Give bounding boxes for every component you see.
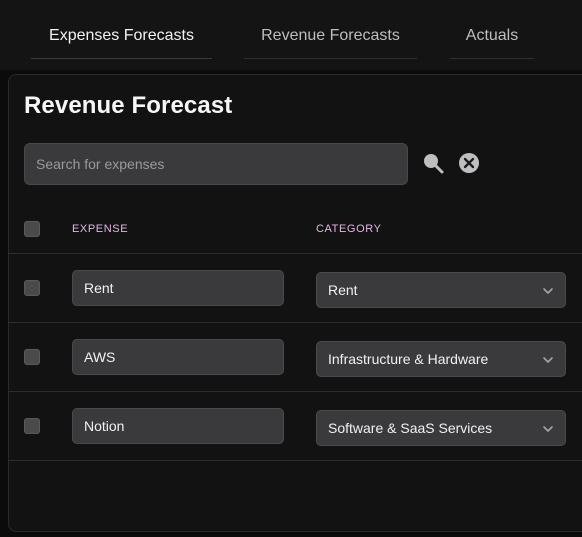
column-header-category: CATEGORY — [316, 223, 382, 235]
select-all-checkbox[interactable] — [24, 221, 40, 237]
table-divider — [8, 322, 582, 323]
table-divider — [8, 253, 582, 254]
expense-name-field-rent[interactable]: Rent — [72, 270, 284, 306]
page-title: Revenue Forecast — [24, 92, 233, 119]
table-divider — [8, 391, 582, 392]
tab-actuals[interactable]: Actuals — [450, 14, 534, 59]
tab-expenses-forecasts[interactable]: Expenses Forecasts — [31, 14, 212, 59]
top-tabs: Expenses Forecasts Revenue Forecasts Act… — [0, 0, 582, 70]
chevron-down-icon — [542, 353, 554, 365]
category-value-notion: Software & SaaS Services — [328, 420, 493, 436]
category-select-notion[interactable]: Software & SaaS Services — [316, 410, 566, 446]
chevron-down-icon — [542, 422, 554, 434]
search-input[interactable] — [24, 143, 408, 185]
category-value-aws: Infrastructure & Hardware — [328, 351, 489, 367]
category-select-aws[interactable]: Infrastructure & Hardware — [316, 341, 566, 377]
close-circle-icon[interactable] — [458, 152, 480, 174]
category-value-rent: Rent — [328, 282, 358, 298]
category-select-rent[interactable]: Rent — [316, 272, 566, 308]
chevron-down-icon — [542, 284, 554, 296]
table-divider — [8, 460, 582, 461]
column-header-expense: EXPENSE — [72, 223, 129, 235]
tab-revenue-forecasts[interactable]: Revenue Forecasts — [244, 14, 417, 59]
search-icon[interactable] — [421, 151, 445, 175]
expense-name-field-aws[interactable]: AWS — [72, 339, 284, 375]
row-checkbox-aws[interactable] — [24, 349, 40, 365]
row-checkbox-rent[interactable] — [24, 280, 40, 296]
expense-name-field-notion[interactable]: Notion — [72, 408, 284, 444]
row-checkbox-notion[interactable] — [24, 418, 40, 434]
